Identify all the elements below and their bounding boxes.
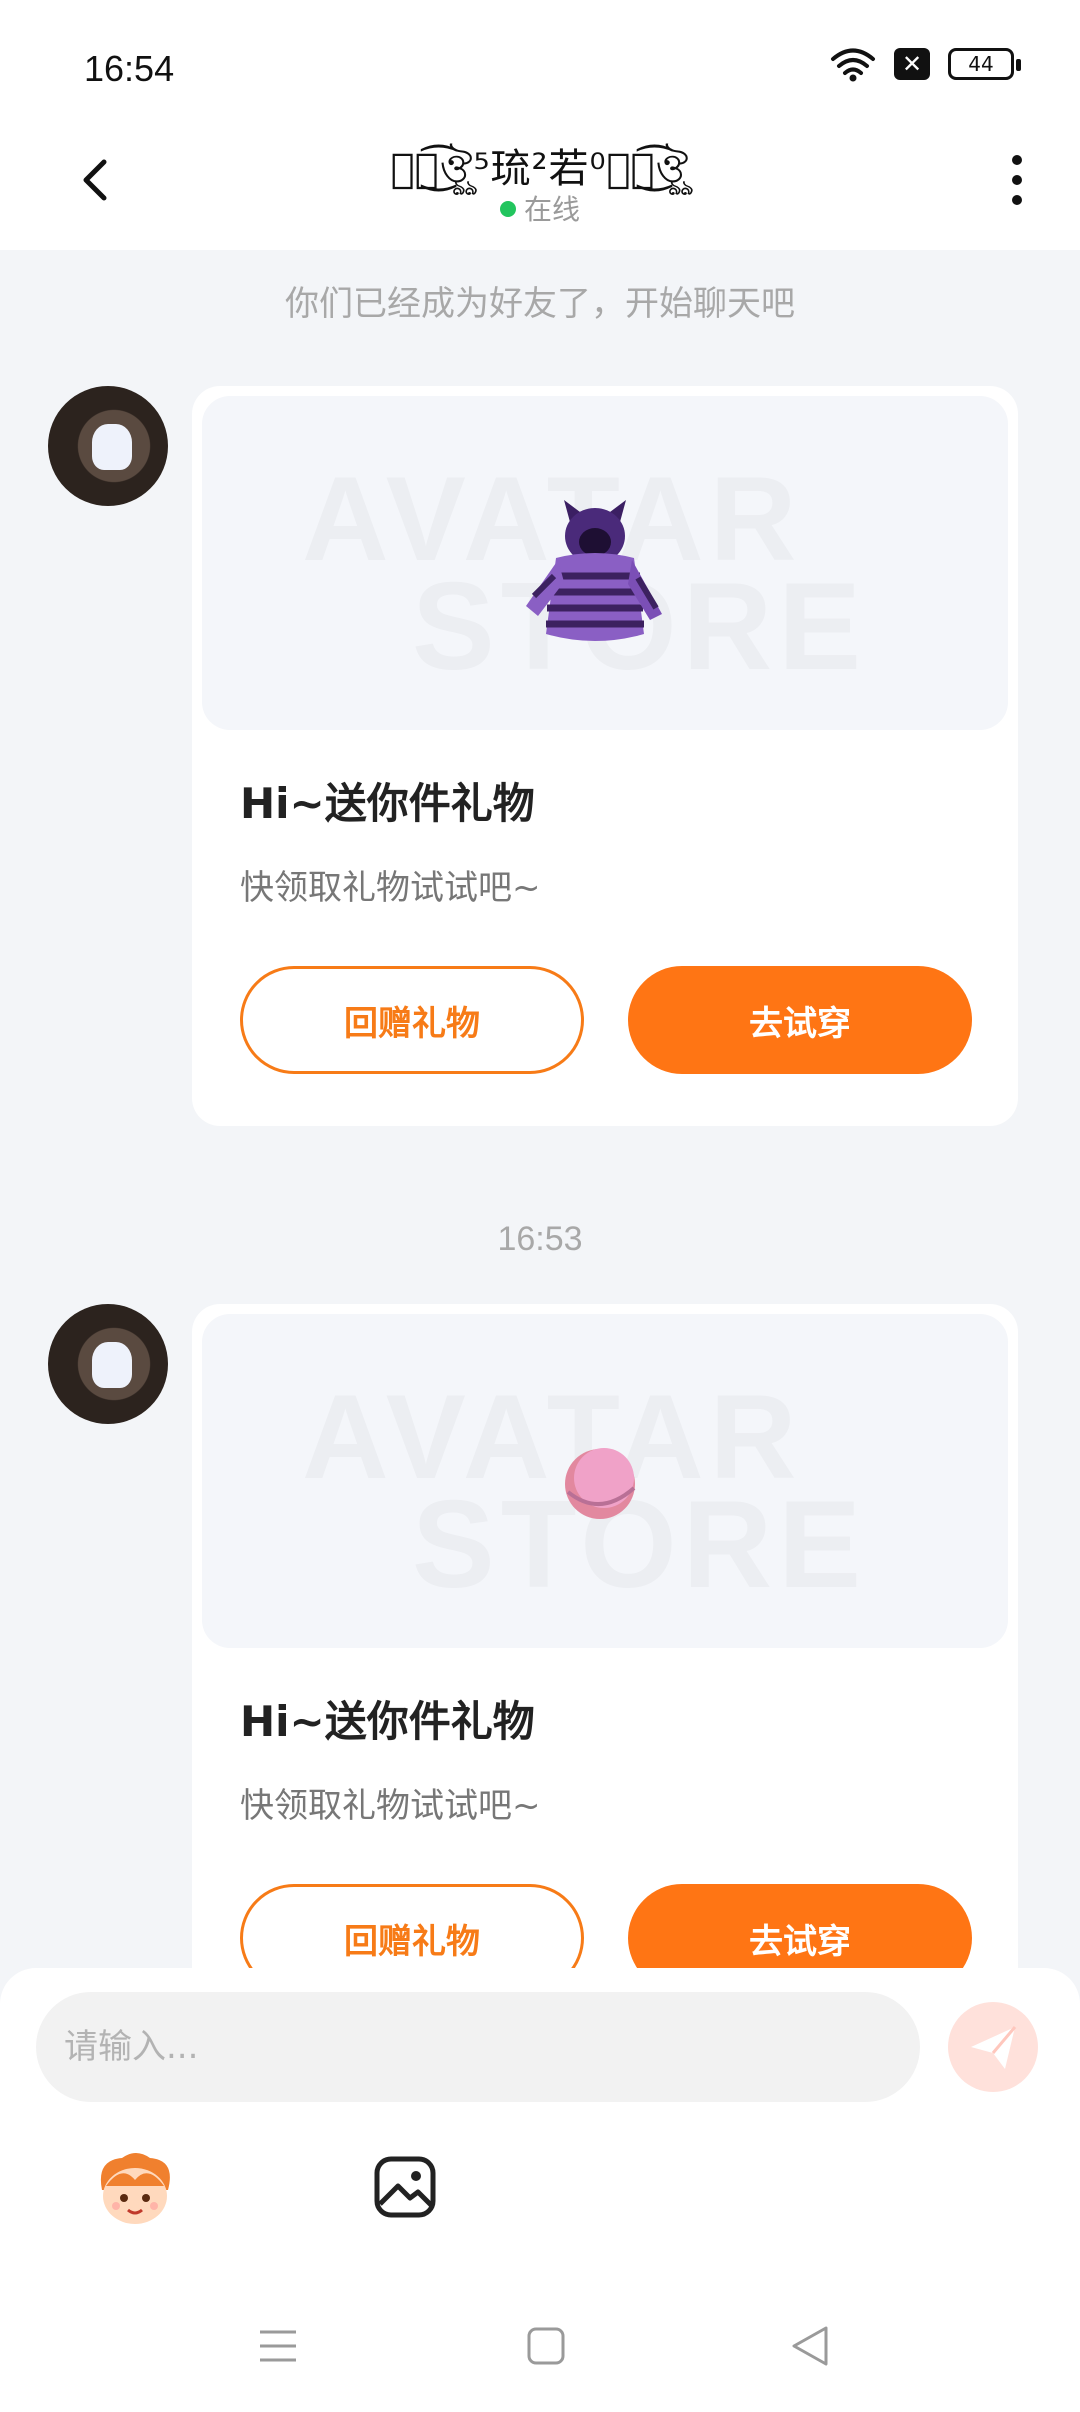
gift-title: Hi~送你件礼物 [240,779,535,828]
gift-preview[interactable]: AVATAR STORE [202,396,1008,730]
sender-avatar[interactable] [48,386,168,506]
gift-subtitle: 快领取礼物试试吧~ [240,1786,541,1826]
battery-icon: 44 [948,48,1021,80]
image-gallery-icon[interactable] [372,2154,438,2220]
mascot-sticker-icon[interactable] [92,2150,178,2228]
gift-subtitle: 快领取礼物试试吧~ [240,868,541,908]
pink-ball-gift-icon [565,1448,636,1519]
gift-preview[interactable]: AVATAR STORE [202,1314,1008,1648]
home-icon[interactable] [526,2326,566,2366]
battery-level: 44 [968,52,994,76]
send-button[interactable] [948,2002,1038,2092]
notification-x-icon: ✕ [894,48,930,80]
nav-back-icon[interactable] [790,2324,830,2368]
return-gift-button[interactable]: 回赠礼物 [240,966,584,1074]
gift-card[interactable]: AVATAR STORE Hi~送你件礼物 快领取礼物试试吧~ 回赠礼物 去试穿 [192,1304,1018,2044]
status-bar: 16:54 ✕ 44 [0,0,1080,120]
system-nav-bar [0,2300,1080,2412]
message-input[interactable] [36,1992,920,2102]
more-options-button[interactable] [992,150,1042,210]
presence-status: 在线 [0,188,1080,228]
sender-avatar[interactable] [48,1304,168,1424]
presence-label: 在线 [523,193,580,226]
hoodie-gift-icon [526,500,662,641]
system-note: 你们已经成为好友了，开始聊天吧 [285,284,795,324]
online-dot-icon [499,201,516,217]
status-time: 16:54 [84,48,175,89]
chat-header: ঔৣ͜͡ঔৣ⁵琉²若⁰ঔৣ͜͡ঔৣ 在线 [0,120,1080,250]
gift-card[interactable]: AVATAR STORE Hi~送你件礼物 快领取礼物试试吧~ 回赠礼物 去试穿 [192,386,1018,1126]
message-timestamp: 16:53 [497,1220,583,1258]
try-on-button[interactable]: 去试穿 [628,966,972,1074]
gift-title: Hi~送你件礼物 [240,1697,535,1746]
recent-apps-icon[interactable] [258,2326,298,2366]
wifi-icon [831,48,875,82]
status-icons: ✕ 44 [830,46,1021,82]
paper-plane-icon [971,2026,1017,2069]
